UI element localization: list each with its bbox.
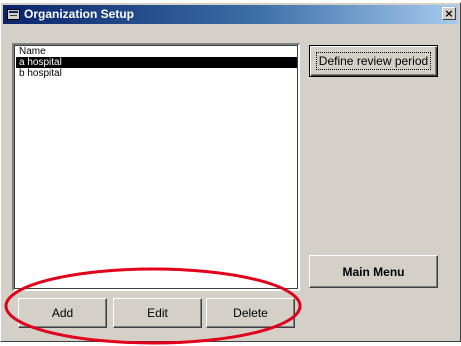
window-title: Organization Setup bbox=[24, 7, 135, 21]
organization-setup-window: Organization Setup × Name a hospital b h… bbox=[0, 2, 461, 342]
main-menu-button[interactable]: Main Menu bbox=[309, 255, 438, 288]
main-menu-label: Main Menu bbox=[342, 264, 405, 279]
list-header: Name bbox=[19, 46, 46, 57]
list-item[interactable]: b hospital bbox=[16, 68, 297, 79]
edit-button[interactable]: Edit bbox=[113, 298, 202, 328]
organization-list[interactable]: Name a hospital b hospital bbox=[12, 43, 300, 291]
list-rows: Name a hospital b hospital bbox=[16, 46, 297, 79]
add-button[interactable]: Add bbox=[18, 298, 107, 328]
title-bar: Organization Setup × bbox=[3, 5, 458, 24]
delete-button[interactable]: Delete bbox=[206, 298, 295, 328]
define-review-period-label: Define review period bbox=[315, 52, 432, 70]
delete-label: Delete bbox=[233, 306, 268, 320]
add-label: Add bbox=[51, 306, 74, 320]
list-item[interactable]: a hospital bbox=[16, 57, 297, 68]
define-review-period-button[interactable]: Define review period bbox=[309, 45, 438, 77]
edit-label: Edit bbox=[147, 306, 168, 320]
form-icon bbox=[7, 9, 20, 20]
close-icon[interactable]: × bbox=[442, 7, 456, 20]
